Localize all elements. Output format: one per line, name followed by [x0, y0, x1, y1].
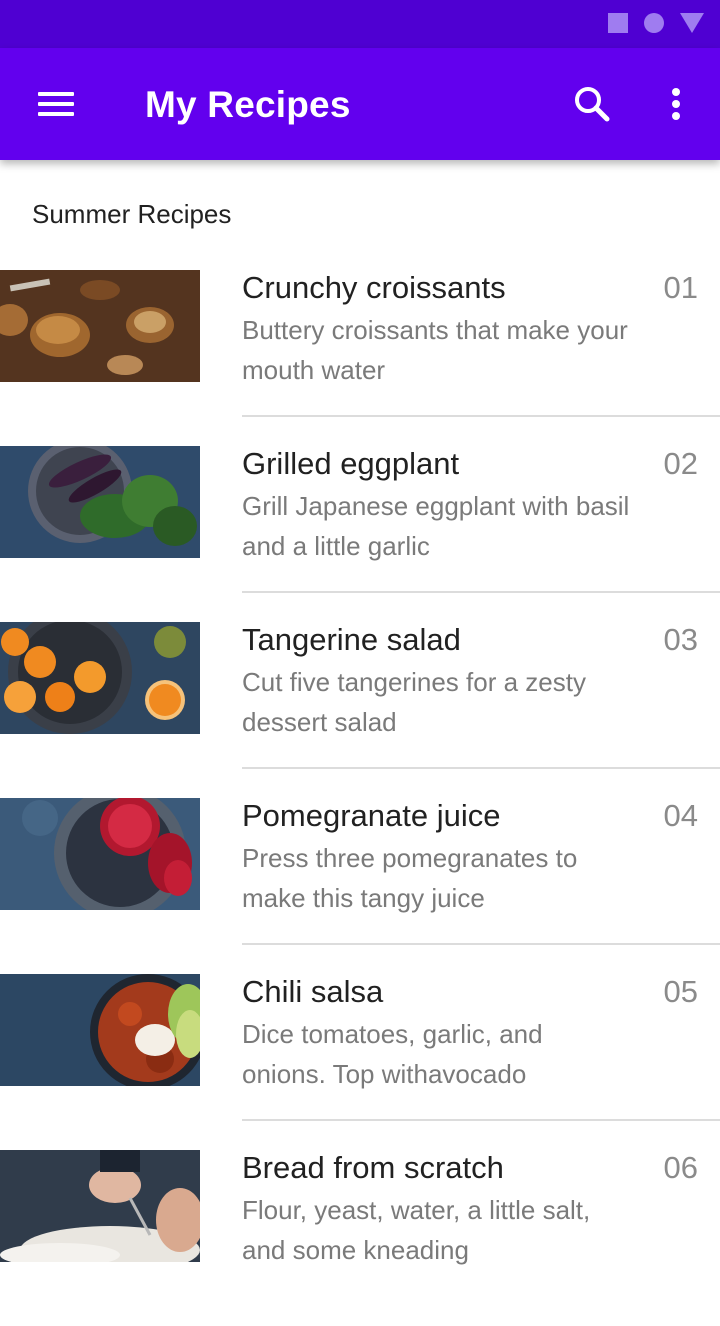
menu-button[interactable] [24, 80, 88, 128]
divider [242, 1119, 720, 1121]
status-icons [608, 13, 704, 33]
divider [242, 415, 720, 417]
app-bar: My Recipes [0, 48, 720, 160]
item-number: 05 [663, 974, 698, 1009]
croissants-image [0, 270, 200, 382]
divider [242, 767, 720, 769]
list-item[interactable]: Crunchy croissants Buttery croissants th… [0, 270, 720, 446]
list-item[interactable]: Bread from scratch Flour, yeast, water, … [0, 1150, 720, 1326]
item-title: Grilled eggplant [242, 446, 460, 481]
status-bar [0, 0, 720, 48]
list-item[interactable]: Tangerine salad Cut five tangerines for … [0, 622, 720, 798]
item-title: Bread from scratch [242, 1150, 504, 1185]
search-button[interactable] [566, 78, 618, 130]
item-title: Tangerine salad [242, 622, 461, 657]
item-number: 03 [663, 622, 698, 657]
item-description: Dice tomatoes, garlic, and onions. Top w… [242, 1019, 543, 1089]
search-icon [575, 87, 610, 122]
app-title: My Recipes [145, 84, 351, 125]
recipe-list: Crunchy croissants Buttery croissants th… [0, 270, 720, 1326]
item-title: Pomegranate juice [242, 798, 501, 833]
item-title: Crunchy croissants [242, 270, 506, 305]
list-item[interactable]: Chili salsa Dice tomatoes, garlic, and o… [0, 974, 720, 1150]
divider [242, 943, 720, 945]
item-description: Press three pomegranates to make this ta… [242, 843, 578, 913]
item-description: Flour, yeast, water, a little salt, and … [242, 1195, 591, 1265]
bread-image [0, 1150, 200, 1262]
item-title: Chili salsa [242, 974, 384, 1009]
item-number: 06 [663, 1150, 698, 1185]
divider [242, 591, 720, 593]
triangle-icon [680, 13, 704, 33]
item-description: Cut five tangerines for a zesty dessert … [242, 667, 586, 737]
item-description: Buttery croissants that make your mouth … [242, 315, 628, 385]
salsa-image [0, 974, 200, 1086]
item-description: Grill Japanese eggplant with basil and a… [242, 491, 630, 561]
eggplant-image [0, 446, 200, 558]
item-number: 02 [663, 446, 698, 481]
list-item[interactable]: Pomegranate juice Press three pomegranat… [0, 798, 720, 974]
item-number: 04 [663, 798, 698, 833]
circle-icon [644, 13, 664, 33]
pomegranate-image [0, 798, 200, 910]
list-item[interactable]: Grilled eggplant Grill Japanese eggplant… [0, 446, 720, 622]
tangerines-image [0, 622, 200, 734]
section-header: Summer Recipes [32, 199, 232, 229]
square-icon [608, 13, 628, 33]
item-number: 01 [663, 270, 698, 305]
more-options-button[interactable] [650, 78, 702, 130]
